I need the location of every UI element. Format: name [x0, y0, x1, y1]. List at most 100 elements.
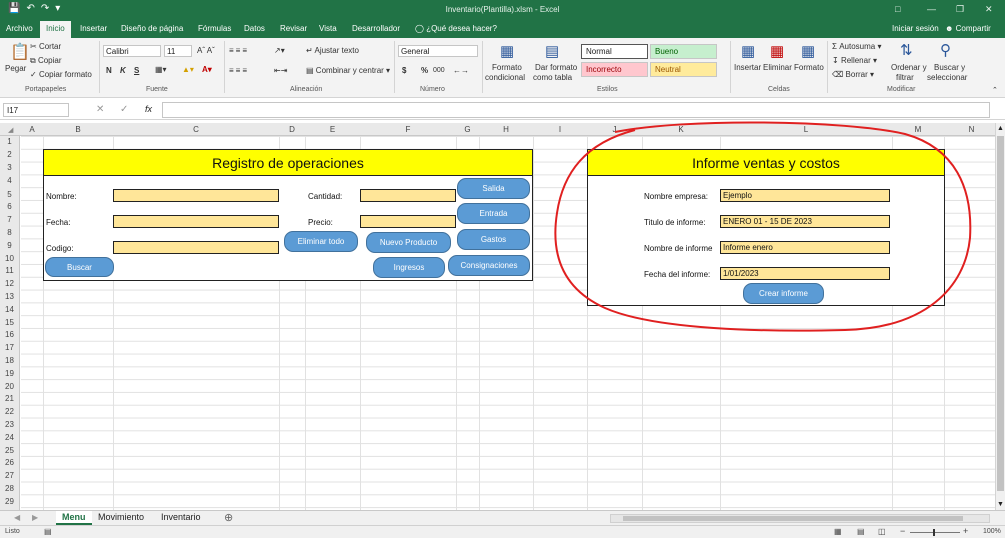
maximize-icon[interactable]: ❐ [956, 4, 964, 15]
tab-formulas[interactable]: Fórmulas [198, 24, 231, 33]
fecha-field[interactable] [113, 215, 279, 228]
row-header[interactable]: 15 [0, 318, 19, 327]
row-header[interactable]: 13 [0, 292, 19, 301]
column-header[interactable]: B [43, 125, 113, 134]
orientation-icon[interactable]: ↗▾ [274, 46, 285, 55]
column-header[interactable]: D [279, 125, 305, 134]
zoom-slider-thumb[interactable] [933, 529, 935, 536]
row-header[interactable]: 5 [0, 190, 19, 199]
tab-diseno-pagina[interactable]: Diseño de página [121, 24, 183, 33]
column-header[interactable]: C [113, 125, 279, 134]
zoom-slider[interactable] [910, 532, 960, 533]
format-as-table-label[interactable]: como tabla [533, 73, 572, 82]
eliminar-todo-button[interactable]: Eliminar todo [284, 231, 358, 252]
find-select-button[interactable]: Buscar y [934, 63, 965, 72]
row-header[interactable]: 9 [0, 241, 19, 250]
sign-in-link[interactable]: Iniciar sesión [892, 24, 939, 33]
row-header[interactable]: 12 [0, 279, 19, 288]
row-header[interactable]: 19 [0, 369, 19, 378]
consignaciones-button[interactable]: Consignaciones [448, 255, 530, 276]
ribbon-display-icon[interactable]: □ [895, 4, 900, 14]
close-icon[interactable]: ✕ [985, 4, 993, 15]
minimize-icon[interactable]: — [927, 4, 936, 14]
tab-archivo[interactable]: Archivo [6, 24, 33, 33]
number-format-select[interactable]: General [398, 45, 478, 57]
row-header[interactable]: 3 [0, 163, 19, 172]
sheet-tab-movimiento[interactable]: Movimiento [92, 511, 150, 525]
add-sheet-icon[interactable]: ⊕ [224, 511, 233, 524]
nombre-field[interactable] [113, 189, 279, 202]
row-header[interactable]: 16 [0, 330, 19, 339]
formula-input[interactable] [162, 102, 990, 118]
tell-me-search[interactable]: ◯ ¿Qué desea hacer? [415, 24, 497, 33]
copy-button[interactable]: ⧉ Copiar [30, 56, 62, 66]
tab-vista[interactable]: Vista [319, 24, 337, 33]
bold-button[interactable]: N [106, 66, 112, 75]
row-header[interactable]: 25 [0, 446, 19, 455]
row-header[interactable]: 10 [0, 254, 19, 263]
nuevo-producto-button[interactable]: Nuevo Producto [366, 232, 451, 253]
precio-field[interactable] [360, 215, 456, 228]
conditional-format-button[interactable]: Formato [492, 63, 522, 72]
thousands-button[interactable]: 000 [433, 67, 445, 74]
cantidad-field[interactable] [360, 189, 456, 202]
column-header[interactable]: G [456, 125, 479, 134]
row-header[interactable]: 23 [0, 420, 19, 429]
row-header[interactable]: 11 [0, 266, 19, 275]
format-cells-button[interactable]: Formato [794, 63, 824, 72]
page-layout-icon[interactable]: ▤ [857, 527, 865, 536]
currency-button[interactable]: $ [402, 66, 406, 75]
style-good[interactable]: Bueno [650, 44, 717, 59]
row-header[interactable]: 2 [0, 150, 19, 159]
row-header[interactable]: 21 [0, 394, 19, 403]
horizontal-scroll-thumb[interactable] [623, 516, 963, 521]
delete-cells-button[interactable]: Eliminar [763, 63, 792, 72]
align-left-icon[interactable]: ≡≡≡ [229, 66, 249, 75]
font-size-select[interactable]: 11 [164, 45, 192, 57]
find-select-label[interactable]: seleccionar [927, 73, 967, 82]
scroll-up-icon[interactable]: ▲ [997, 125, 1004, 132]
row-header[interactable]: 8 [0, 228, 19, 237]
sheet-tab-inventario[interactable]: Inventario [155, 511, 207, 525]
font-color-icon[interactable]: A▾ [202, 65, 212, 74]
row-header[interactable]: 1 [0, 137, 19, 146]
tab-datos[interactable]: Datos [244, 24, 265, 33]
tab-inicio[interactable]: Inicio [40, 21, 71, 38]
borders-icon[interactable]: ▦▾ [155, 65, 167, 74]
wrap-text-button[interactable]: ↵ Ajustar texto [306, 46, 359, 55]
macro-record-icon[interactable]: ▤ [44, 527, 52, 536]
style-neutral[interactable]: Neutral [650, 62, 717, 77]
next-sheet-icon[interactable]: ▶ [32, 513, 38, 522]
name-box[interactable]: I17 [3, 103, 69, 117]
sheet-tab-menu[interactable]: Menu [56, 511, 92, 525]
row-header[interactable]: 14 [0, 305, 19, 314]
italic-button[interactable]: K [120, 66, 126, 75]
share-button[interactable]: ☻ Compartir [945, 24, 991, 33]
style-normal[interactable]: Normal [581, 44, 648, 59]
row-header[interactable]: 29 [0, 497, 19, 506]
underline-button[interactable]: S [134, 66, 139, 75]
cancel-icon[interactable]: ✕ [96, 104, 104, 115]
salida-button[interactable]: Salida [457, 178, 530, 199]
codigo-field[interactable] [113, 241, 279, 254]
column-header[interactable]: H [479, 125, 533, 134]
sort-filter-button[interactable]: Ordenar y [891, 63, 927, 72]
vertical-scrollbar[interactable]: ▲ ▼ [995, 123, 1005, 510]
percent-button[interactable]: % [421, 66, 428, 75]
prev-sheet-icon[interactable]: ◀ [14, 513, 20, 522]
row-header[interactable]: 24 [0, 433, 19, 442]
column-header[interactable]: E [305, 125, 360, 134]
insert-cells-button[interactable]: Insertar [734, 63, 761, 72]
conditional-format-label[interactable]: condicional [485, 73, 525, 82]
row-header[interactable]: 27 [0, 471, 19, 480]
fill-color-icon[interactable]: ▲▾ [182, 65, 194, 74]
grow-font-icon[interactable]: Aˆ Aˇ [197, 46, 215, 55]
gastos-button[interactable]: Gastos [457, 229, 530, 250]
format-as-table-button[interactable]: Dar formato [535, 63, 577, 72]
buscar-button[interactable]: Buscar [45, 257, 114, 277]
row-header[interactable]: 7 [0, 215, 19, 224]
collapse-ribbon-icon[interactable]: ⌃ [992, 86, 998, 94]
page-break-icon[interactable]: ◫ [878, 527, 886, 536]
indent-icon[interactable]: ⇤⇥ [274, 66, 287, 75]
column-header[interactable]: F [360, 125, 456, 134]
